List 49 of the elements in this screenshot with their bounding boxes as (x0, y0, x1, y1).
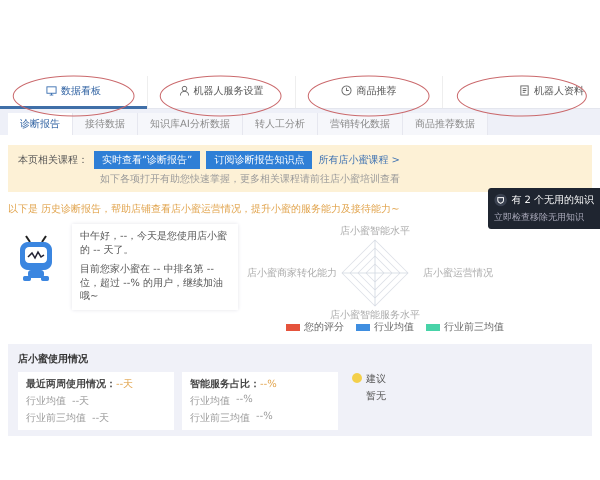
section-title: 店小蜜使用情况 (18, 352, 89, 366)
benchmark-value: --% (236, 394, 253, 407)
notice-text: 立即检查移除无用知识 (494, 212, 585, 224)
benchmark-value: --% (256, 411, 273, 424)
document-icon (519, 85, 530, 96)
notice-title: 有 2 个无用的知识 (511, 194, 594, 207)
benchmark-value: --天 (92, 412, 110, 425)
sub-tab[interactable]: 诊断报告 (8, 113, 73, 135)
nav-tab[interactable]: 机器人资料 (513, 77, 590, 107)
greeting-text: 目前您家小蜜在 -- 中排名第 -- 位，超过 --% 的用户，继续加油哦~ (80, 263, 224, 304)
legend-label: 您的评分 (304, 321, 344, 334)
radar-axis-label: 店小蜜智能服务水平 (330, 308, 420, 322)
sub-tab[interactable]: 商品推荐数据 (402, 113, 488, 135)
sub-tab[interactable]: 知识库AI分析数据 (138, 113, 243, 135)
sub-tab[interactable]: 营销转化数据 (318, 113, 403, 135)
bulb-icon (352, 373, 362, 383)
nav-tab[interactable]: 商品推荐 (335, 77, 402, 107)
benchmark-label: 行业均值 (190, 394, 230, 408)
nav-tab[interactable]: 机器人服务设置 (172, 77, 270, 107)
clock-icon (341, 85, 352, 96)
tip-title: 建议 (366, 372, 386, 386)
course-button[interactable]: 订阅诊断报告知识点 (206, 151, 312, 169)
legend-label: 行业均值 (374, 320, 414, 334)
radar-axis-label: 店小蜜智能水平 (340, 224, 410, 238)
monitor-icon (46, 85, 57, 96)
stat-heading: 最近两周使用情况： (26, 379, 116, 390)
nav-tab[interactable]: 数据看板 (40, 77, 107, 107)
benchmark-value: --天 (72, 395, 90, 408)
radar-axis-label: 店小蜜运营情况 (423, 266, 493, 280)
course-button[interactable]: 实时查看“诊断报告” (94, 151, 200, 169)
stat-value: --% (260, 379, 277, 390)
shield-icon (494, 193, 508, 207)
benchmark-label: 行业前三均值 (26, 412, 86, 425)
benchmark-label: 行业前三均值 (190, 412, 250, 425)
person-icon (178, 85, 190, 96)
banner-label: 本页相关课程： (18, 154, 88, 167)
sub-tab[interactable]: 转人工分析 (242, 113, 318, 135)
all-courses-link[interactable]: 所有店小蜜课程 > (318, 153, 400, 167)
radar-grid-drawing (340, 238, 410, 308)
stat-heading: 智能服务占比： (190, 379, 260, 390)
sub-tab[interactable]: 接待数据 (73, 113, 138, 135)
banner-note: 如下各项打开有助您快速掌握，更多相关课程请前往店小蜜培训查看 (100, 172, 401, 186)
stat-value: --天 (116, 379, 134, 390)
intro-text: 以下是 历史诊断报告，帮助店铺查看店小蜜运营情况，提升小蜜的服务能力及接待能力~ (8, 202, 401, 216)
radar-axis-label: 店小蜜商家转化能力 (247, 266, 337, 280)
legend-label: 行业前三均值 (444, 320, 504, 334)
tip-text: 暂无 (366, 390, 386, 403)
greeting-text: 中午好，--，今天是您使用店小蜜的 -- 天了。 (80, 230, 228, 257)
benchmark-label: 行业均值 (26, 394, 66, 408)
